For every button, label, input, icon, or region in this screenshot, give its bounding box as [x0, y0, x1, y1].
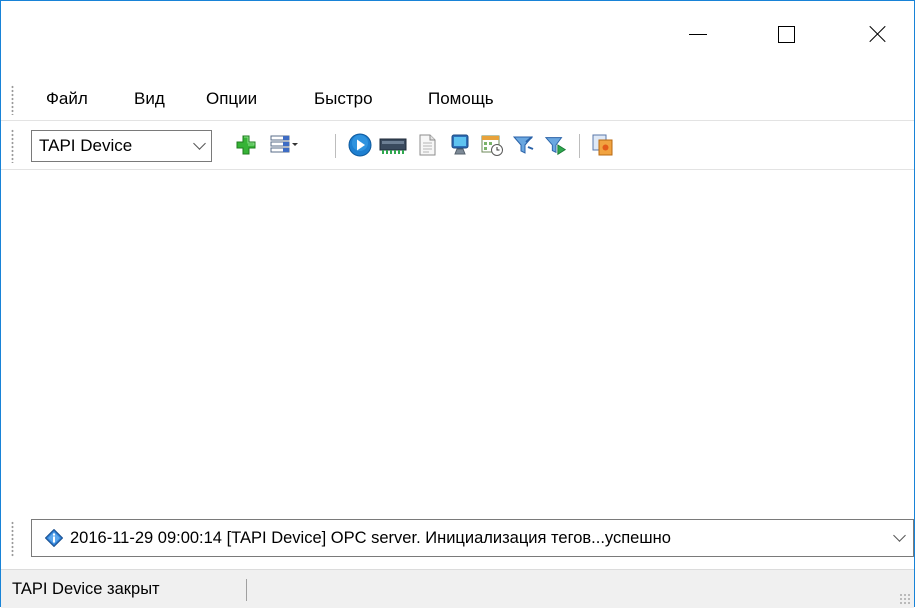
- menu-quick[interactable]: Быстро: [314, 89, 373, 109]
- status-bar: TAPI Device закрыт: [1, 569, 914, 608]
- info-icon: [44, 528, 64, 548]
- start-icon: [348, 133, 372, 157]
- export-button[interactable]: [591, 133, 615, 157]
- menu-grip[interactable]: [11, 85, 14, 115]
- filter-icon: [512, 136, 534, 154]
- resize-grip-icon[interactable]: [899, 593, 911, 605]
- export-icon: [592, 134, 613, 156]
- device-select-value: TAPI Device: [39, 136, 133, 155]
- schedule-icon: [481, 135, 503, 156]
- chevron-down-icon[interactable]: [187, 131, 211, 161]
- log-select[interactable]: 2016-11-29 09:00:14 [TAPI Device] OPC se…: [31, 519, 914, 557]
- filter-button[interactable]: [512, 133, 536, 157]
- log-grip[interactable]: [11, 521, 14, 557]
- app-window: Файл Вид Опции Быстро Помощь TAPI Device: [0, 0, 915, 608]
- menu-options[interactable]: Опции: [206, 89, 257, 109]
- schedule-button[interactable]: [480, 133, 504, 157]
- device-button[interactable]: [379, 133, 407, 157]
- status-text: TAPI Device закрыт: [12, 580, 160, 598]
- maximize-button[interactable]: [761, 1, 811, 67]
- document-icon: [419, 134, 436, 156]
- list-view-icon: [270, 135, 298, 153]
- close-icon: [869, 25, 887, 43]
- title-bar: [1, 1, 914, 67]
- start-button[interactable]: [348, 133, 372, 157]
- status-separator: [246, 579, 247, 601]
- monitor-button[interactable]: [448, 133, 472, 157]
- filter-apply-icon: [544, 137, 567, 156]
- menu-help[interactable]: Помощь: [428, 89, 494, 109]
- toolbar: TAPI Device: [1, 120, 914, 170]
- minimize-icon: [689, 33, 707, 35]
- menu-file[interactable]: Файл: [46, 89, 88, 109]
- toolbar-separator: [335, 134, 336, 158]
- menu-view[interactable]: Вид: [134, 89, 165, 109]
- add-icon: [236, 135, 256, 155]
- main-content-area: [1, 171, 914, 513]
- device-select[interactable]: TAPI Device: [31, 130, 212, 162]
- toolbar-separator: [579, 134, 580, 158]
- log-bar: 2016-11-29 09:00:14 [TAPI Device] OPC se…: [1, 513, 914, 567]
- device-icon: [379, 138, 407, 154]
- minimize-button[interactable]: [673, 1, 723, 67]
- maximize-icon: [777, 25, 795, 43]
- log-entry-text: 2016-11-29 09:00:14 [TAPI Device] OPC se…: [70, 528, 671, 547]
- filter-apply-button[interactable]: [544, 133, 568, 157]
- close-button[interactable]: [853, 1, 903, 67]
- monitor-icon: [451, 134, 469, 155]
- chevron-down-icon[interactable]: [885, 520, 913, 556]
- list-view-button[interactable]: [269, 133, 301, 157]
- menu-bar: Файл Вид Опции Быстро Помощь: [1, 81, 914, 117]
- document-button[interactable]: [415, 133, 439, 157]
- add-button[interactable]: [234, 133, 258, 157]
- toolbar-grip[interactable]: [11, 129, 14, 163]
